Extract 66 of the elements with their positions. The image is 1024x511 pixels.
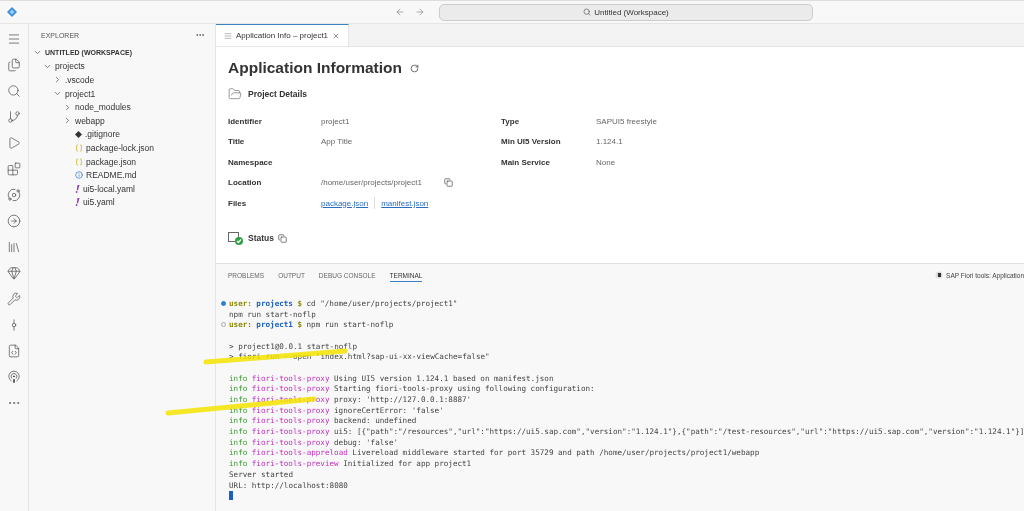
search-icon	[583, 8, 592, 16]
field-value: /home/user/projects/project1	[321, 178, 422, 188]
tree-item-label[interactable]: projects	[55, 61, 85, 72]
file-link[interactable]: manifest.json	[381, 198, 429, 208]
orbit-icon[interactable]	[7, 188, 21, 202]
field-label: Min UI5 Version	[501, 137, 562, 147]
file-link[interactable]: package.json	[321, 198, 369, 208]
tree-item-label[interactable]: ui5-local.yaml	[83, 183, 135, 194]
source-control-icon[interactable]	[7, 110, 21, 124]
field-label: Type	[501, 116, 521, 126]
status-title: Status	[248, 233, 274, 243]
chevron-right-icon[interactable]	[53, 75, 62, 85]
field-value: 1.124.1	[596, 137, 623, 147]
tree-item-label[interactable]: .vscode	[65, 75, 95, 85]
field-value: project1	[321, 116, 350, 126]
page-heading: Application Information	[228, 59, 402, 77]
field-label: Location	[228, 178, 263, 188]
terminal-app-icon	[935, 271, 944, 279]
tree-item-label[interactable]: node_modules	[75, 102, 131, 113]
wrench-icon[interactable]	[7, 292, 21, 306]
field-label: Main Service	[501, 157, 551, 167]
menu-icon[interactable]	[7, 32, 21, 46]
tree-item-label[interactable]: ui5.yaml	[83, 197, 115, 208]
forward-icon[interactable]	[415, 7, 425, 17]
terminal-cursor	[229, 491, 233, 501]
editor-tab[interactable]: Application Info – project1	[216, 24, 350, 46]
chevron-right-icon[interactable]	[63, 116, 72, 126]
broadcast-icon[interactable]	[7, 370, 21, 384]
files-icon[interactable]	[7, 58, 21, 72]
tree-item-label[interactable]: package.json	[86, 156, 137, 167]
lines-icon	[224, 31, 232, 40]
field-label: Files	[228, 198, 248, 208]
diamond-icon	[75, 130, 82, 138]
field-value: SAPUI5 freestyle	[596, 116, 657, 126]
exclamation-icon	[75, 184, 80, 193]
code-file-icon[interactable]	[7, 344, 21, 358]
tree-item-label[interactable]: project1	[65, 88, 96, 99]
braces-icon	[75, 143, 83, 152]
back-icon[interactable]	[395, 7, 405, 17]
tree-item-label[interactable]: package-lock.json	[86, 142, 155, 153]
field-label: Title	[228, 137, 246, 147]
app-logo-icon	[6, 6, 18, 18]
exclamation-icon	[75, 198, 80, 207]
field-value: None	[596, 157, 616, 167]
field-label: Identifier	[228, 116, 263, 126]
library-icon[interactable]	[7, 240, 21, 254]
braces-icon	[75, 157, 83, 166]
folder-icon	[228, 87, 242, 101]
copy-icon[interactable]	[443, 178, 453, 188]
status-check-icon	[228, 231, 244, 245]
gem-icon[interactable]	[7, 266, 21, 280]
close-icon[interactable]	[332, 31, 341, 40]
copy-icon[interactable]	[278, 233, 287, 243]
run-debug-icon[interactable]	[7, 136, 21, 150]
tree-item-label[interactable]: README.md	[86, 170, 137, 181]
chevron-right-icon[interactable]	[63, 102, 72, 112]
search-icon[interactable]	[7, 84, 21, 98]
field-label: Namespace	[228, 157, 274, 167]
extensions-icon[interactable]	[7, 162, 21, 176]
refresh-icon[interactable]	[409, 63, 419, 73]
section-title: Project Details	[248, 89, 308, 99]
command-search-field[interactable]: Untitled (Workspace)	[439, 3, 813, 21]
info-icon	[75, 171, 83, 180]
field-value: App Title	[321, 137, 353, 147]
tree-item-label[interactable]: .gitignore	[85, 129, 120, 140]
tree-item-label[interactable]: webapp	[75, 115, 105, 126]
